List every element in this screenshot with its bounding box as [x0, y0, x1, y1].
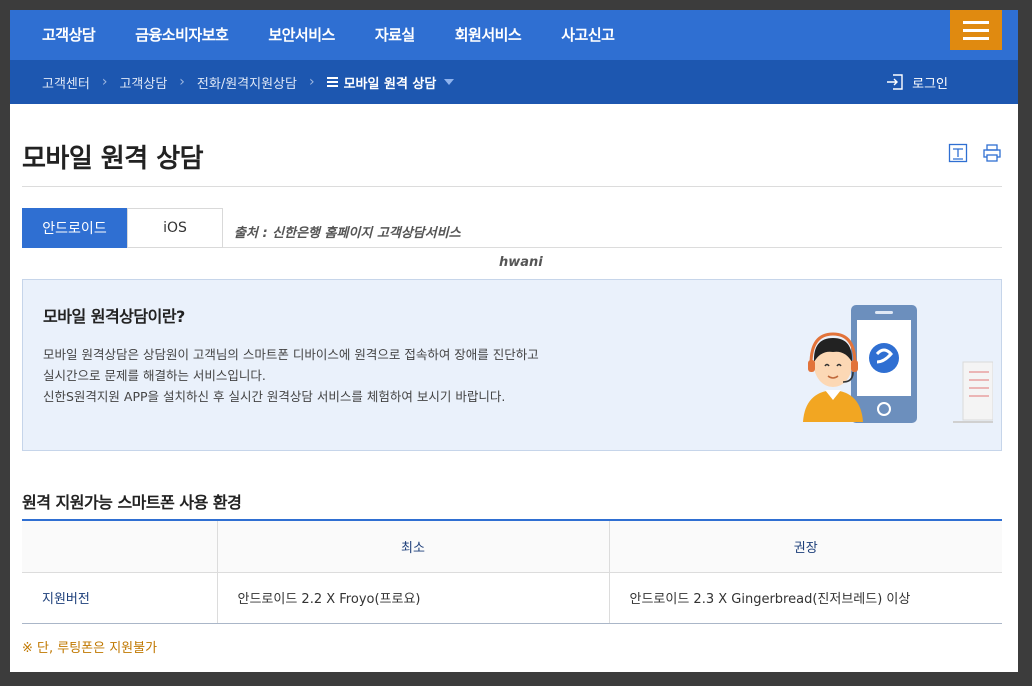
top-navigation: 고객상담 금융소비자보호 보안서비스 자료실 회원서비스 사고신고: [10, 10, 1018, 60]
chevron-right-icon: ›: [101, 74, 108, 90]
rooting-footnote: ※ 단, 루팅폰은 지원불가: [22, 641, 158, 656]
info-heading: 모바일 원격상담이란?: [43, 307, 185, 326]
table-row: 지원버전 안드로이드 2.2 X Froyo(프로요) 안드로이드 2.3 X …: [22, 572, 1002, 624]
info-line: 실시간으로 문제를 해결하는 서비스입니다.: [43, 368, 266, 383]
nav-item-library[interactable]: 자료실: [375, 24, 415, 45]
breadcrumb-current[interactable]: 모바일 원격 상담: [344, 73, 437, 92]
info-description: 모바일 원격상담은 상담원이 고객님의 스마트폰 디바이스에 원격으로 접속하여…: [43, 344, 643, 407]
breadcrumb: 고객센터 › 고객상담 › 전화/원격지원상담 › 모바일 원격 상담: [42, 60, 455, 104]
info-box: 모바일 원격상담이란? 모바일 원격상담은 상담원이 고객님의 스마트폰 디바이…: [22, 279, 1002, 451]
breadcrumb-item-phone-remote[interactable]: 전화/원격지원상담: [197, 73, 297, 92]
column-header-minimum: 최소: [216, 519, 609, 573]
tab-android[interactable]: 안드로이드: [22, 208, 127, 248]
chevron-right-icon: ›: [308, 74, 315, 90]
font-size-icon[interactable]: [948, 143, 968, 163]
spec-table: 최소 권장 지원버전 안드로이드 2.2 X Froyo(프로요) 안드로이드 …: [22, 519, 1002, 624]
menu-list-icon: [326, 75, 338, 89]
login-label: 로그인: [912, 76, 948, 92]
login-button[interactable]: 로그인: [886, 60, 948, 104]
watermark: hwani: [499, 255, 543, 270]
caret-down-icon[interactable]: [444, 79, 455, 85]
column-header-blank: [22, 519, 217, 573]
breadcrumb-bar: 고객센터 › 고객상담 › 전화/원격지원상담 › 모바일 원격 상담 로그인: [10, 60, 1018, 104]
tab-ios[interactable]: iOS: [127, 208, 223, 248]
nav-item-consultation[interactable]: 고객상담: [42, 24, 96, 45]
table-header-row: 최소 권장: [22, 519, 1002, 573]
column-header-recommended: 권장: [608, 519, 1002, 573]
page-title: 모바일 원격 상담: [22, 144, 204, 174]
nav-item-security-service[interactable]: 보안서비스: [268, 24, 335, 45]
source-note: 출처 : 신한은행 홈페이지 고객상담서비스: [234, 226, 461, 241]
os-tabs: 안드로이드 iOS: [22, 208, 223, 248]
nav-item-member-service[interactable]: 회원서비스: [455, 24, 522, 45]
breadcrumb-item-consultation[interactable]: 고객상담: [119, 73, 167, 92]
title-divider: [22, 186, 1002, 187]
nav-item-incident-report[interactable]: 사고신고: [561, 24, 615, 45]
page-tools: [948, 143, 1002, 163]
top-menu: 고객상담 금융소비자보호 보안서비스 자료실 회원서비스 사고신고: [42, 10, 654, 58]
chevron-right-icon: ›: [179, 74, 185, 90]
breadcrumb-item-customer-center[interactable]: 고객센터: [42, 73, 90, 92]
spec-heading: 원격 지원가능 스마트폰 사용 환경: [22, 493, 242, 512]
print-icon[interactable]: [982, 143, 1002, 163]
tab-divider: [223, 247, 1002, 248]
nav-item-consumer-protection[interactable]: 금융소비자보호: [135, 24, 229, 45]
login-icon: [887, 74, 903, 90]
row-label-version: 지원버전: [22, 572, 217, 624]
page-frame: 고객상담 금융소비자보호 보안서비스 자료실 회원서비스 사고신고 고객센터 ›…: [10, 10, 1018, 672]
cell-minimum-version: 안드로이드 2.2 X Froyo(프로요): [216, 572, 609, 624]
info-line: 신한S원격지원 APP을 설치하신 후 실시간 원격상담 서비스를 체험하여 보…: [43, 389, 506, 404]
cell-recommended-version: 안드로이드 2.3 X Gingerbread(진저브레드) 이상: [608, 572, 1002, 624]
hamburger-icon[interactable]: [950, 10, 1002, 50]
info-line: 모바일 원격상담은 상담원이 고객님의 스마트폰 디바이스에 원격으로 접속하여…: [43, 347, 539, 362]
remote-support-illustration: [803, 305, 993, 423]
